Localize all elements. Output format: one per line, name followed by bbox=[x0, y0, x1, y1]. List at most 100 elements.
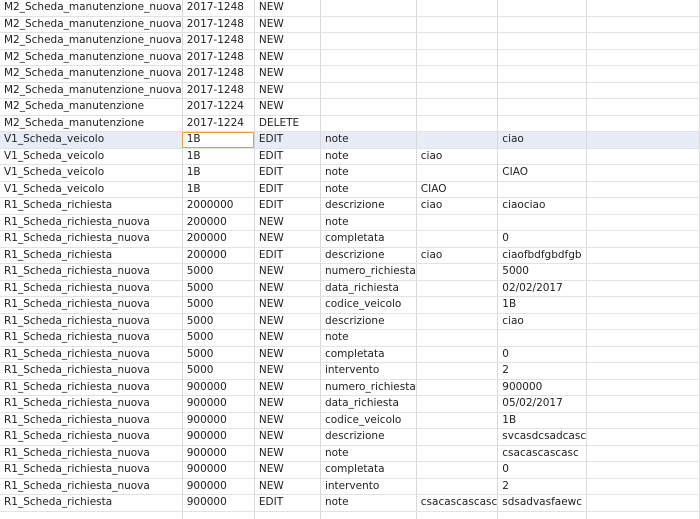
table-cell[interactable]: M2_Scheda_manutenzione_nuova bbox=[0, 65, 183, 83]
table-cell[interactable] bbox=[586, 115, 700, 132]
table-cell[interactable] bbox=[586, 329, 700, 347]
table-cell[interactable] bbox=[416, 329, 499, 347]
table-cell[interactable]: ciaofbdfgbdfgb bbox=[497, 247, 588, 264]
table-cell[interactable]: 2000000 bbox=[182, 197, 255, 215]
table-cell[interactable]: NEW bbox=[254, 98, 321, 116]
selected-cell[interactable]: 1B bbox=[182, 131, 255, 149]
table-cell[interactable]: M2_Scheda_manutenzione_nuova bbox=[0, 0, 183, 17]
table-cell[interactable]: 2017-1248 bbox=[182, 16, 255, 33]
table-cell[interactable]: NEW bbox=[254, 280, 321, 297]
table-cell[interactable]: M2_Scheda_manutenzione_nuova bbox=[0, 32, 183, 50]
table-cell[interactable] bbox=[497, 181, 588, 198]
table-cell[interactable]: 900000 bbox=[182, 478, 255, 495]
table-cell[interactable]: NEW bbox=[254, 428, 321, 446]
table-cell[interactable] bbox=[497, 82, 588, 99]
table-cell[interactable] bbox=[320, 511, 417, 519]
table-cell[interactable]: 200000 bbox=[182, 247, 255, 264]
table-cell[interactable]: R1_Scheda_richiesta_nuova bbox=[0, 445, 183, 462]
table-cell[interactable]: sdsadvasfaewc bbox=[497, 494, 588, 512]
table-cell[interactable]: NEW bbox=[254, 16, 321, 33]
table-cell[interactable]: DELETE bbox=[254, 115, 321, 132]
table-cell[interactable]: 2017-1248 bbox=[182, 0, 255, 17]
table-cell[interactable]: M2_Scheda_manutenzione bbox=[0, 98, 183, 116]
table-cell[interactable]: EDIT bbox=[254, 494, 321, 512]
table-cell[interactable]: EDIT bbox=[254, 181, 321, 198]
table-cell[interactable]: NEW bbox=[254, 379, 321, 396]
table-cell[interactable] bbox=[416, 32, 499, 50]
table-cell[interactable]: 900000 bbox=[182, 395, 255, 413]
table-cell[interactable] bbox=[586, 16, 700, 33]
table-cell[interactable] bbox=[586, 65, 700, 83]
table-cell[interactable]: numero_richiesta bbox=[320, 263, 417, 281]
table-cell[interactable]: 05/02/2017 bbox=[497, 395, 588, 413]
table-cell[interactable]: R1_Scheda_richiesta_nuova bbox=[0, 313, 183, 330]
table-cell[interactable]: NEW bbox=[254, 230, 321, 248]
table-cell[interactable] bbox=[497, 329, 588, 347]
table-cell[interactable]: data_richiesta bbox=[320, 395, 417, 413]
table-cell[interactable]: codice_veicolo bbox=[320, 412, 417, 429]
table-cell[interactable]: 5000 bbox=[182, 296, 255, 314]
table-cell[interactable]: 900000 bbox=[182, 461, 255, 479]
table-cell[interactable]: M2_Scheda_manutenzione_nuova bbox=[0, 16, 183, 33]
table-cell[interactable]: note bbox=[320, 164, 417, 182]
table-cell[interactable]: V1_Scheda_veicolo bbox=[0, 131, 183, 149]
table-cell[interactable] bbox=[416, 65, 499, 83]
table-cell[interactable]: NEW bbox=[254, 346, 321, 363]
table-cell[interactable]: R1_Scheda_richiesta_nuova bbox=[0, 461, 183, 479]
table-cell[interactable]: NEW bbox=[254, 461, 321, 479]
table-cell[interactable] bbox=[416, 379, 499, 396]
table-cell[interactable]: 5000 bbox=[182, 313, 255, 330]
table-cell[interactable] bbox=[416, 98, 499, 116]
table-cell[interactable] bbox=[586, 49, 700, 66]
table-cell[interactable]: 2017-1248 bbox=[182, 65, 255, 83]
table-cell[interactable]: R1_Scheda_richiesta_nuova bbox=[0, 296, 183, 314]
table-cell[interactable]: 5000 bbox=[182, 346, 255, 363]
table-cell[interactable]: descrizione bbox=[320, 313, 417, 330]
table-cell[interactable] bbox=[320, 49, 417, 66]
table-cell[interactable]: NEW bbox=[254, 329, 321, 347]
table-cell[interactable]: NEW bbox=[254, 82, 321, 99]
table-cell[interactable] bbox=[586, 379, 700, 396]
table-cell[interactable]: R1_Scheda_richiesta_nuova bbox=[0, 412, 183, 429]
table-cell[interactable]: NEW bbox=[254, 395, 321, 413]
table-cell[interactable] bbox=[320, 115, 417, 132]
table-cell[interactable] bbox=[416, 478, 499, 495]
table-cell[interactable]: NEW bbox=[254, 445, 321, 462]
table-cell[interactable]: NEW bbox=[254, 478, 321, 495]
table-cell[interactable]: 2 bbox=[497, 362, 588, 380]
table-cell[interactable]: R1_Scheda_richiesta_nuova bbox=[0, 329, 183, 347]
table-cell[interactable]: note bbox=[320, 494, 417, 512]
table-cell[interactable] bbox=[497, 148, 588, 165]
table-cell[interactable] bbox=[586, 362, 700, 380]
table-cell[interactable]: NEW bbox=[254, 263, 321, 281]
table-cell[interactable]: 1B bbox=[497, 412, 588, 429]
table-cell[interactable]: R1_Scheda_richiesta_nuova bbox=[0, 428, 183, 446]
table-cell[interactable] bbox=[586, 395, 700, 413]
table-cell[interactable]: 5000 bbox=[497, 263, 588, 281]
table-cell[interactable]: note bbox=[320, 148, 417, 165]
table-cell[interactable]: descrizione bbox=[320, 247, 417, 264]
table-cell[interactable] bbox=[416, 362, 499, 380]
table-cell[interactable] bbox=[416, 296, 499, 314]
table-cell[interactable]: 900000 bbox=[182, 379, 255, 396]
table-cell[interactable] bbox=[0, 511, 183, 519]
table-cell[interactable]: V1_Scheda_veicolo bbox=[0, 181, 183, 198]
table-cell[interactable]: 2017-1248 bbox=[182, 32, 255, 50]
table-cell[interactable]: note bbox=[320, 445, 417, 462]
table-cell[interactable]: 1B bbox=[182, 164, 255, 182]
table-cell[interactable]: 2 bbox=[497, 478, 588, 495]
table-cell[interactable] bbox=[416, 445, 499, 462]
table-cell[interactable]: R1_Scheda_richiesta_nuova bbox=[0, 280, 183, 297]
table-cell[interactable]: csacascascasc bbox=[416, 494, 499, 512]
table-cell[interactable]: 5000 bbox=[182, 263, 255, 281]
table-cell[interactable] bbox=[586, 445, 700, 462]
table-cell[interactable]: 5000 bbox=[182, 362, 255, 380]
table-cell[interactable] bbox=[586, 461, 700, 479]
spreadsheet-grid[interactable]: M2_Scheda_manutenzione_nuova 2017-1248 NEW… bbox=[0, 0, 700, 519]
table-cell[interactable] bbox=[416, 115, 499, 132]
table-cell[interactable] bbox=[320, 82, 417, 99]
table-cell[interactable]: R1_Scheda_richiesta_nuova bbox=[0, 362, 183, 380]
table-cell[interactable]: EDIT bbox=[254, 131, 321, 149]
table-cell[interactable]: R1_Scheda_richiesta_nuova bbox=[0, 214, 183, 231]
table-cell[interactable] bbox=[497, 65, 588, 83]
